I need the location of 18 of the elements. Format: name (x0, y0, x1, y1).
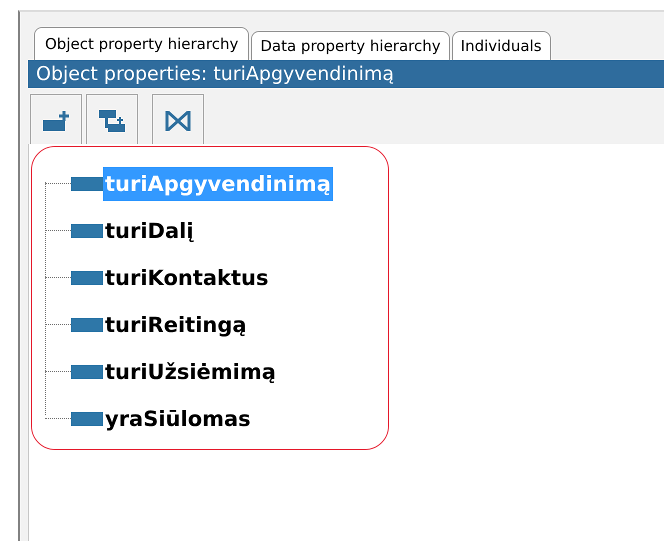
property-icon (71, 318, 103, 332)
tab[interactable]: Data property hierarchy (251, 31, 450, 60)
property-icon (71, 176, 103, 190)
tree-item[interactable]: turiKontaktus (103, 260, 270, 294)
panel-title: Object properties: turiApgyvendinimą (36, 63, 394, 85)
tree-item[interactable]: turiUžsiėmimą (103, 354, 278, 388)
property-icon (71, 270, 103, 284)
tree-item[interactable]: turiReitingą (103, 308, 249, 342)
tab[interactable]: Individuals (452, 31, 551, 60)
tab[interactable]: Object property hierarchy (34, 27, 250, 60)
tree-item[interactable]: yraSiūlomas (103, 402, 253, 436)
property-icon (71, 412, 103, 426)
property-icon (71, 364, 103, 378)
add-button[interactable] (30, 94, 82, 146)
property-icon (71, 224, 103, 238)
tree-item[interactable]: turiDalį (103, 214, 196, 248)
delete-button[interactable] (152, 94, 204, 146)
add-button[interactable] (86, 94, 138, 146)
